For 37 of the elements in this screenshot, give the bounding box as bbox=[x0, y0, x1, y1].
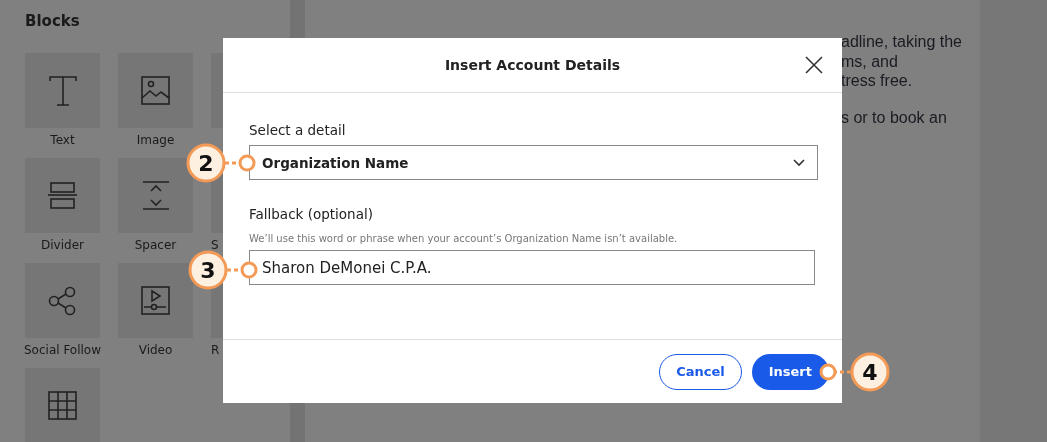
block-tile[interactable] bbox=[25, 263, 100, 338]
chevron-icon bbox=[793, 158, 805, 167]
close-icon[interactable] bbox=[805, 56, 823, 74]
body-text: s or to book an bbox=[841, 108, 947, 126]
hint-text: We’ll use this word or phrase when your account’s Organization Name isn’t available. bbox=[249, 233, 679, 244]
spacer-icon bbox=[141, 180, 170, 211]
video-icon bbox=[140, 285, 171, 316]
dialog-title: Insert Account Details bbox=[444, 57, 621, 73]
block-tile[interactable] bbox=[25, 53, 100, 128]
block-label: Divider bbox=[41, 238, 84, 252]
share-icon bbox=[47, 285, 78, 316]
field-label: Fallback (optional) bbox=[249, 206, 374, 222]
body-text: tress free. bbox=[841, 72, 913, 89]
block-label: S bbox=[211, 238, 219, 252]
block-label: Image bbox=[136, 133, 175, 147]
block-tile[interactable] bbox=[118, 158, 193, 233]
field-label: Select a detail bbox=[249, 122, 347, 138]
fallback-field[interactable]: Sharon DeMonei C.P.A. bbox=[249, 250, 815, 285]
block-tile[interactable] bbox=[118, 263, 193, 338]
divider-icon bbox=[47, 180, 78, 211]
block-label: R bbox=[211, 343, 220, 357]
panel-title: Blocks bbox=[25, 12, 81, 32]
text-icon bbox=[48, 75, 77, 106]
block-label: Social Follow bbox=[24, 343, 102, 357]
block-label: Text bbox=[50, 133, 75, 147]
body-text: adline, taking the bbox=[841, 33, 962, 50]
block-tile[interactable] bbox=[118, 53, 193, 128]
cancel-button[interactable]: Cancel bbox=[659, 353, 742, 390]
block-label: Spacer bbox=[134, 238, 177, 252]
detail-dropdown[interactable]: Organization Name bbox=[249, 145, 818, 180]
image-icon bbox=[140, 75, 171, 106]
insert-button[interactable]: Insert bbox=[751, 353, 829, 390]
body-text: ms, and bbox=[841, 52, 898, 70]
table-icon bbox=[47, 390, 78, 421]
block-tile[interactable] bbox=[25, 158, 100, 233]
block-tile[interactable] bbox=[25, 368, 100, 442]
block-label: Video bbox=[138, 343, 173, 357]
